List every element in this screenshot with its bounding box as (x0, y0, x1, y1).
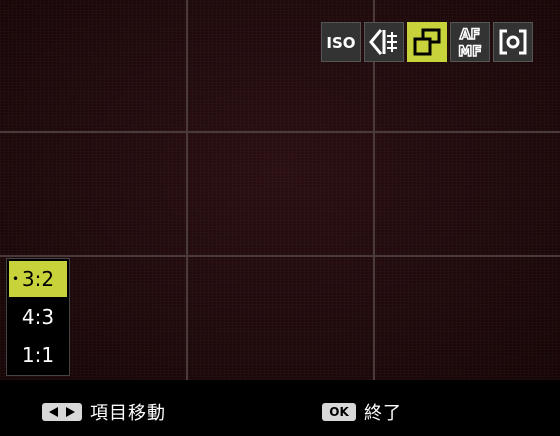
aspect-ratio-menu: • 3:2 4:3 1:1 (6, 258, 70, 376)
exit-hint-label: 終了 (364, 403, 402, 424)
svg-text:ISO: ISO (326, 34, 355, 52)
aspect-option-label: 4:3 (21, 305, 55, 329)
aspect-ratio-icon (413, 28, 441, 56)
aspect-ratio-button[interactable] (407, 22, 447, 62)
grid-line-vertical (186, 0, 188, 380)
footer-hints: 項目移動 OK 終了 (0, 380, 560, 436)
move-hint: 項目移動 (42, 399, 166, 425)
aspect-option-label: 1:1 (21, 343, 55, 367)
focus-mode-button[interactable]: AF MF (450, 22, 490, 62)
shooting-settings-toolbar: ISO AF MF (321, 22, 533, 62)
exposure-compensation-icon (369, 29, 397, 55)
iso-button[interactable]: ISO (321, 22, 361, 62)
grid-line-horizontal (0, 255, 560, 257)
ok-button-icon: OK (322, 403, 356, 421)
left-right-arrows-icon (42, 403, 82, 421)
aspect-option-1-1[interactable]: 1:1 (9, 337, 67, 373)
grid-line-horizontal (0, 131, 560, 133)
aspect-option-3-2[interactable]: • 3:2 (9, 261, 67, 297)
move-hint-label: 項目移動 (90, 403, 166, 424)
metering-button[interactable] (493, 22, 533, 62)
selected-marker: • (12, 272, 20, 286)
live-view: ISO AF MF • 3:2 4:3 1:1 (0, 0, 560, 380)
af-mf-icon: AF MF (458, 26, 483, 60)
iso-icon: ISO (326, 34, 355, 52)
aspect-option-label: 3:2 (21, 267, 55, 291)
svg-text:AF: AF (460, 27, 480, 43)
aspect-option-4-3[interactable]: 4:3 (9, 299, 67, 335)
exit-hint: OK 終了 (322, 399, 402, 425)
metering-icon (499, 29, 527, 55)
svg-text:MF: MF (458, 44, 482, 60)
exposure-compensation-button[interactable] (364, 22, 404, 62)
